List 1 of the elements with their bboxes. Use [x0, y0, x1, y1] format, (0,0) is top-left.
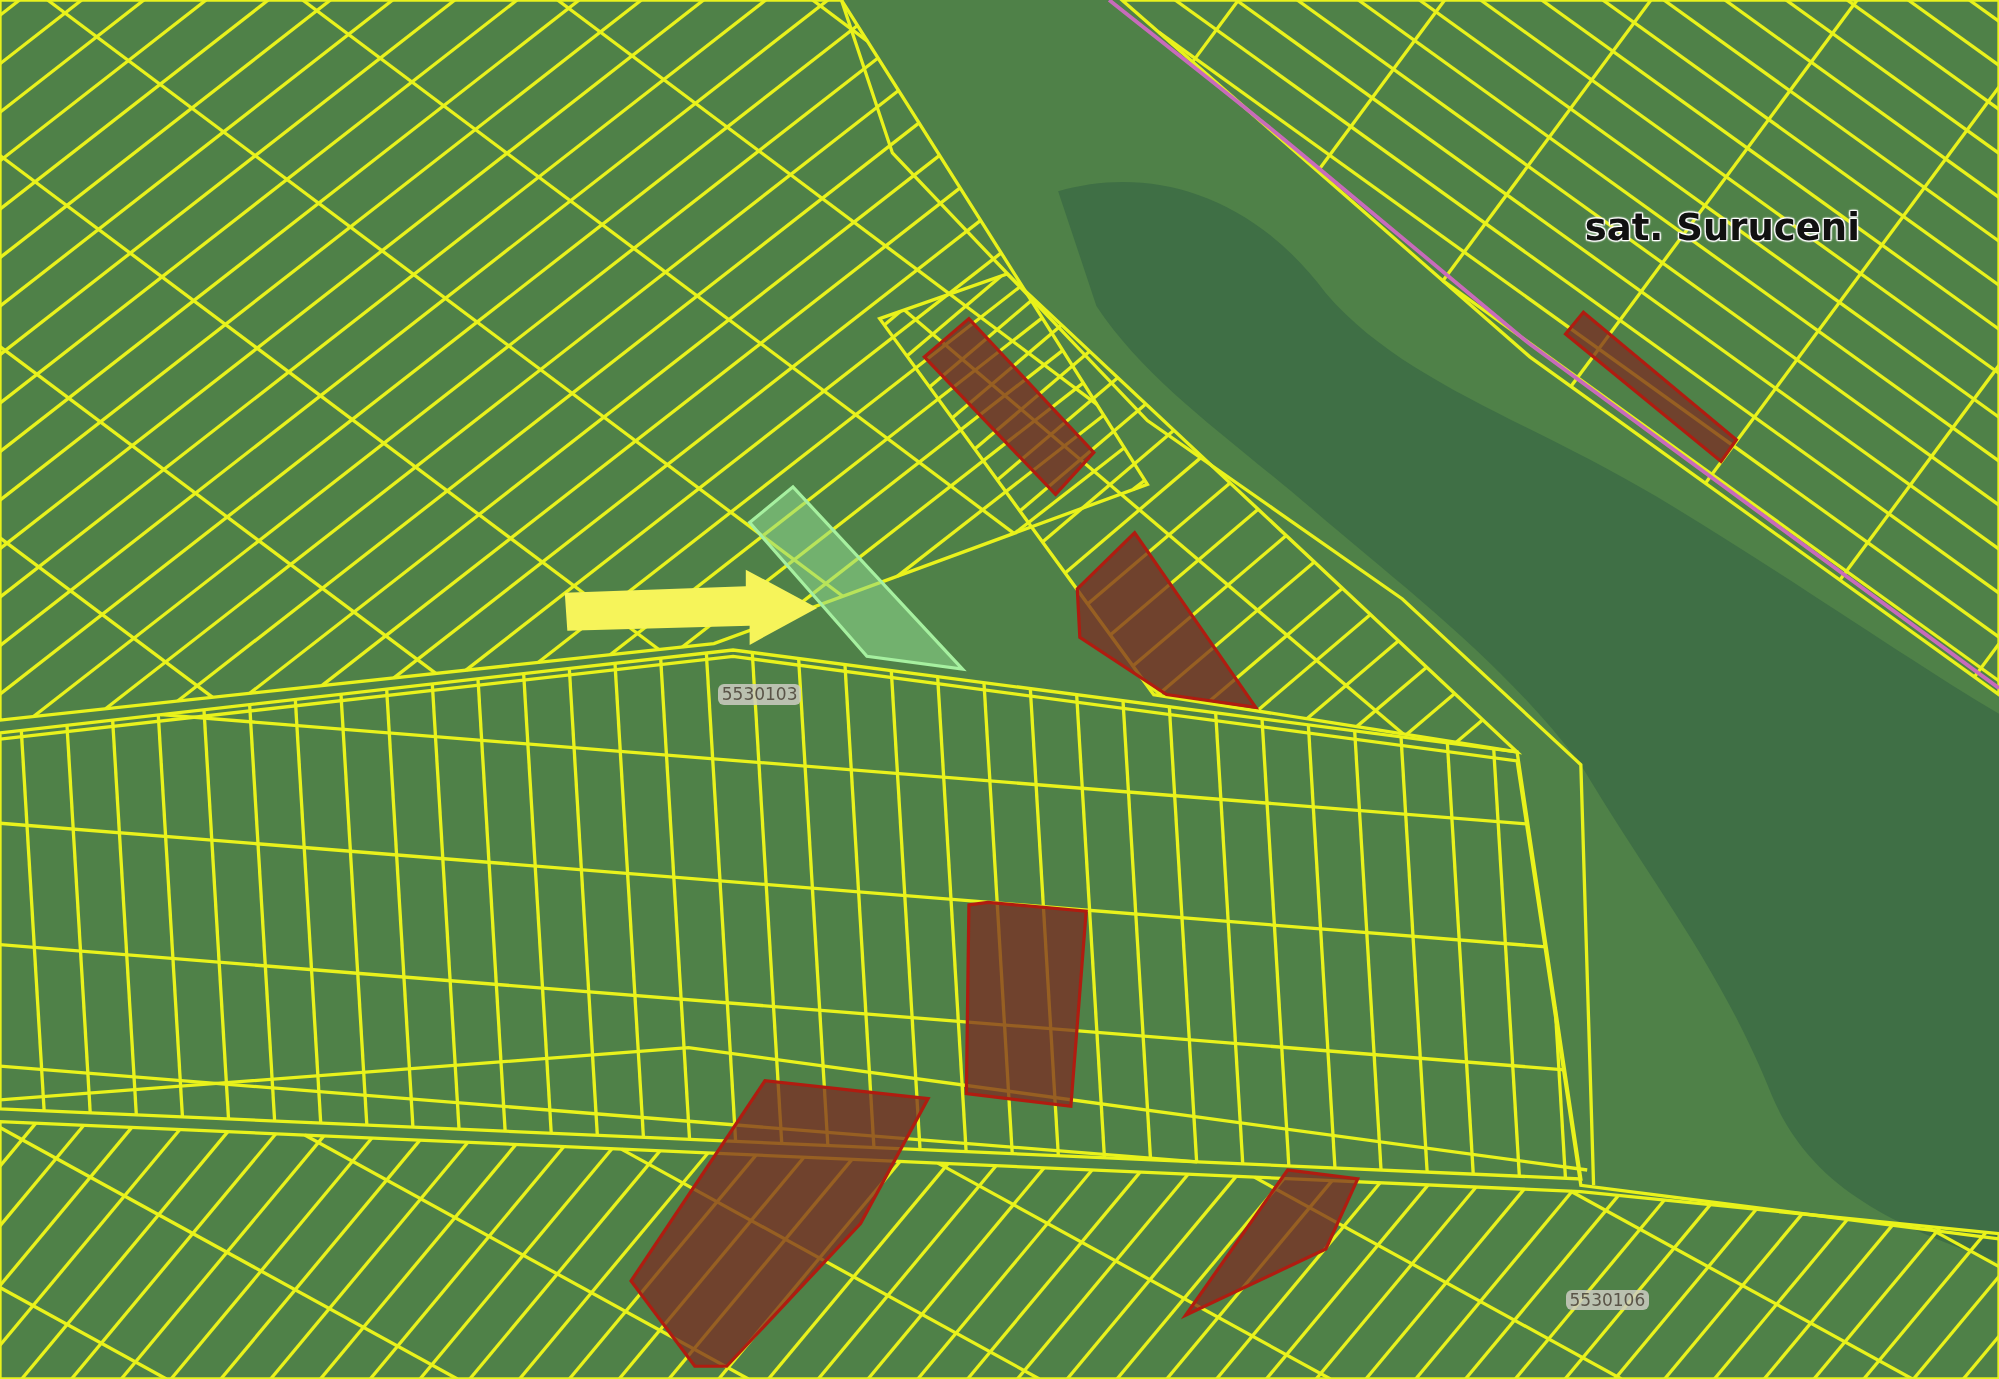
sector-number-label: 5530103: [717, 684, 802, 706]
